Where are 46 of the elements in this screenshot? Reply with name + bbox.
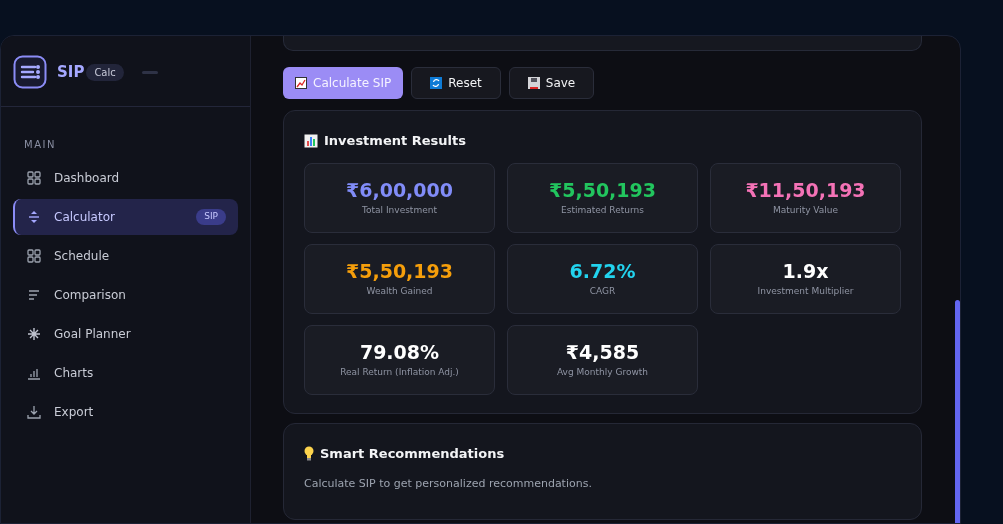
recommendations-text: Calculate SIP to get personalized recommendations.	[304, 476, 593, 492]
nav-item[interactable]: Dashboard	[13, 160, 238, 196]
action-button[interactable]: Reset	[411, 67, 501, 99]
grid-icon	[27, 249, 41, 263]
up-down-arrows-icon	[27, 210, 41, 224]
metric-value: 6.72%	[569, 258, 636, 283]
light-bulb-icon	[304, 445, 314, 461]
star-burst-icon	[27, 327, 41, 341]
metric-label: Estimated Returns	[561, 203, 644, 217]
scrollbar-thumb[interactable]	[955, 300, 960, 523]
metric-value: ₹6,00,000	[346, 177, 453, 202]
metric-label: Investment Multiplier	[757, 284, 854, 298]
download-icon	[27, 405, 41, 419]
recommendations-title: Smart Recommendations	[320, 444, 505, 463]
metric-value: ₹5,50,193	[549, 177, 656, 202]
action-button[interactable]: Save	[508, 67, 595, 99]
dash-mark	[141, 70, 158, 74]
refresh-icon	[430, 77, 443, 89]
metric-label: Total Investment	[362, 203, 437, 217]
nav-item[interactable]: Comparison	[13, 277, 238, 313]
lines-icon	[27, 288, 41, 302]
metric-value: ₹5,50,193	[346, 258, 453, 283]
bar-chart-icon	[27, 366, 41, 380]
nav-badge: SIP	[196, 209, 226, 225]
grid-icon	[27, 171, 41, 185]
metric-label: Wealth Gained	[366, 284, 433, 298]
section-label: MAIN	[23, 138, 57, 152]
metric-label: Maturity Value	[772, 203, 839, 217]
bar-chart-icon	[304, 133, 318, 148]
nav-item[interactable]: Export	[13, 394, 238, 430]
metric-value: 79.08%	[359, 339, 440, 364]
metric-label: Real Return (Inflation Adj.)	[340, 365, 459, 379]
metric-label: Avg Monthly Growth	[557, 365, 648, 379]
metric-value: ₹4,585	[565, 339, 640, 364]
metric-value: ₹11,50,193	[745, 177, 866, 202]
nav-item[interactable]: Calculator SIP	[13, 199, 238, 235]
metric-value: 1.9x	[782, 258, 829, 283]
nav-item[interactable]: Goal Planner	[13, 316, 238, 352]
brand-name: SIP	[57, 61, 85, 83]
metric-label: CAGR	[589, 284, 616, 298]
brand-tag: Calc	[86, 63, 124, 81]
nav-item[interactable]: Schedule	[13, 238, 238, 274]
results-title: Investment Results	[324, 132, 466, 150]
chart-up-icon	[295, 77, 307, 89]
nav-item[interactable]: Charts	[13, 355, 238, 391]
menu-logo-icon	[13, 55, 47, 89]
